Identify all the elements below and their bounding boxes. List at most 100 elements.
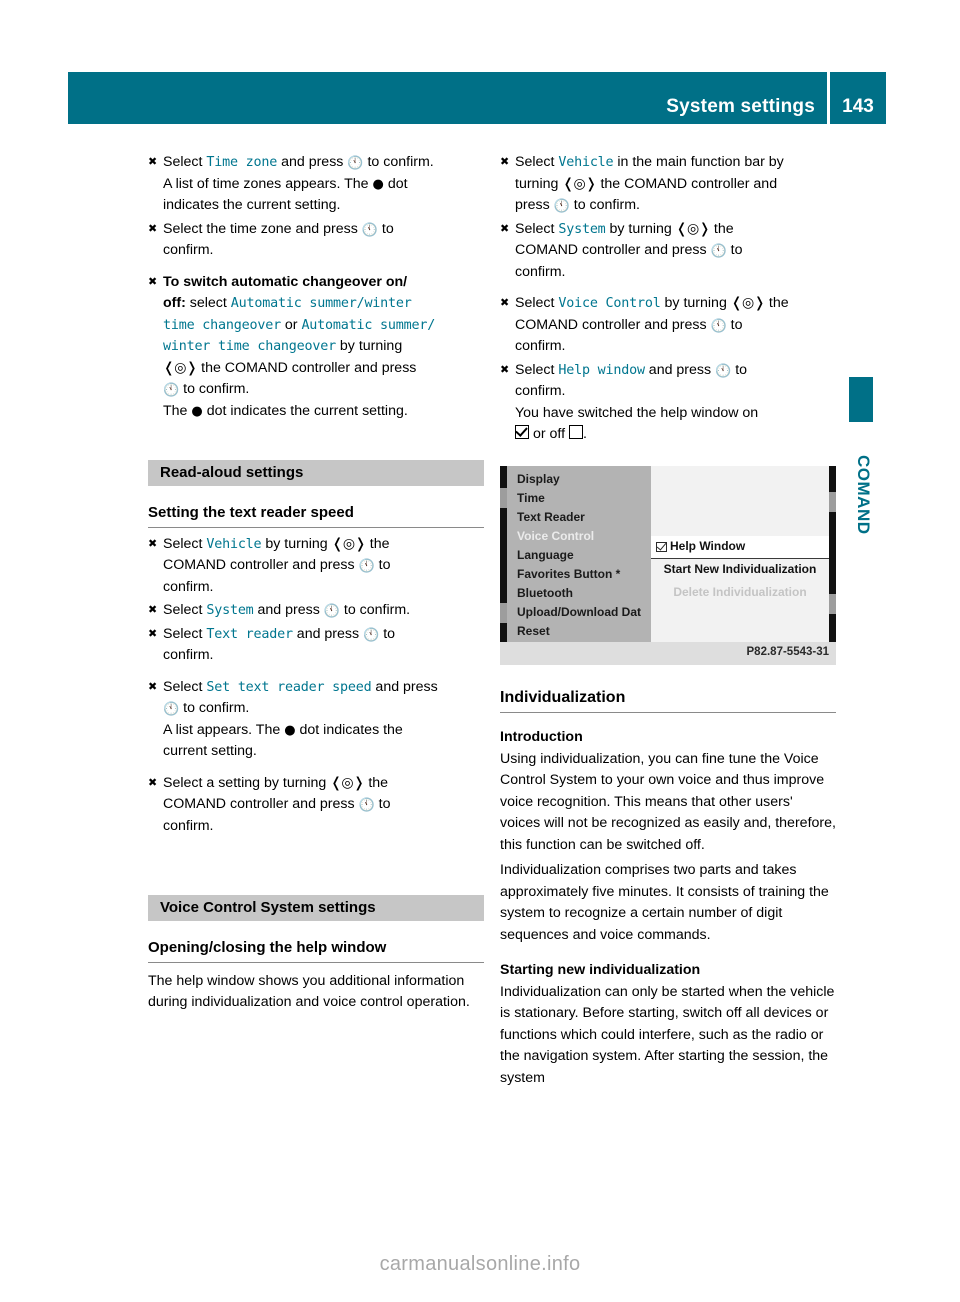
- step-body: Select a setting by turning ❬◎❭ the COMA…: [163, 773, 484, 838]
- step-text: confirm.: [515, 338, 566, 354]
- heading-starting-new-individualization: Starting new individualization: [500, 962, 701, 978]
- menu-item-time[interactable]: Time: [507, 489, 651, 508]
- step-body: Select Vehicle in the main function bar …: [515, 152, 836, 217]
- command-label: Set text reader speed: [206, 679, 372, 695]
- step-text-part: Select: [515, 220, 559, 237]
- submenu-item-help-window[interactable]: Help Window: [651, 535, 829, 559]
- step-text-part: The: [163, 402, 188, 419]
- menu-item-upload-download[interactable]: Upload/Download Dat: [507, 603, 651, 622]
- step-text-part: Select a setting by turning: [163, 774, 331, 791]
- step-text: Select Time zone and press 🕚 to confirm.: [163, 152, 484, 174]
- step-marker-icon: ✖: [148, 156, 158, 168]
- step-body: Select Time zone and press 🕚 to confirm.…: [163, 152, 484, 217]
- step-text-part: A list of time zones appears. The: [163, 175, 369, 192]
- step-text-part: by turning: [335, 338, 403, 354]
- step-text-part: and press: [644, 361, 716, 378]
- step-text-part: the: [764, 295, 789, 311]
- footer-watermark: carmanualsonline.info: [379, 1253, 581, 1275]
- turn-controller-icon: ❬◎❭: [675, 220, 711, 237]
- step-marker-icon: ✖: [148, 627, 158, 640]
- step-marker-icon: ✖: [500, 222, 510, 235]
- step-marker-icon: ✖: [148, 222, 158, 235]
- section-banner-voice-control: Voice Control System settings: [148, 895, 484, 921]
- menu-item-reset[interactable]: Reset: [507, 622, 651, 641]
- press-controller-icon: 🕚: [715, 363, 732, 379]
- step-text-part: the: [365, 535, 390, 552]
- menu-item-display[interactable]: Display: [507, 470, 651, 489]
- step-text-part: the COMAND controller and: [596, 175, 778, 192]
- command-label: Help window: [558, 362, 645, 378]
- command-label: Automatic summer/: [301, 317, 436, 333]
- menu-item-language[interactable]: Language: [507, 546, 651, 565]
- step-text: Select Vehicle by turning ❬◎❭ the: [163, 534, 484, 556]
- command-label: Voice Control: [558, 296, 661, 311]
- step-body: Select Help window and press 🕚 to confir…: [515, 360, 836, 446]
- step-marker-icon: ✖: [148, 604, 158, 616]
- step-marker-icon: ✖: [148, 680, 158, 693]
- step-text-part: to: [731, 361, 748, 378]
- step-text: Select a setting by turning ❬◎❭ the: [163, 773, 484, 795]
- list-item: ✖ Select Help window and press 🕚 to conf…: [500, 360, 836, 446]
- press-controller-icon: 🕚: [710, 244, 727, 259]
- list-item: ✖ Select Text reader and press 🕚 to conf…: [148, 624, 484, 667]
- step-text: 🕚 to confirm.: [163, 698, 484, 720]
- step-text-part: COMAND controller and press: [515, 242, 711, 258]
- step-text: winter time changeover by turning: [163, 336, 484, 358]
- scrollbar-thumb[interactable]: [500, 487, 507, 508]
- step-text: or off .: [515, 424, 836, 446]
- step-text-part: turning: [515, 175, 563, 192]
- command-label: winter time changeover: [163, 339, 336, 354]
- command-label: System: [206, 603, 254, 618]
- step-text: COMAND controller and press 🕚 to: [515, 240, 836, 262]
- step-text-part: Select: [163, 625, 207, 642]
- submenu-item-delete-individualization: Delete Individualization: [673, 585, 807, 600]
- step-text-part: to confirm.: [179, 381, 250, 397]
- step-text: Select System by turning ❬◎❭ the: [515, 219, 836, 241]
- menu-item-bluetooth[interactable]: Bluetooth: [507, 584, 651, 603]
- header-page-box: 143: [830, 72, 886, 124]
- step-text-part: select: [185, 295, 231, 311]
- step-text-part: to confirm.: [569, 197, 640, 213]
- step-text-part: to: [726, 242, 743, 258]
- heading-introduction: Introduction: [500, 729, 583, 745]
- scrollbar-left[interactable]: [500, 465, 507, 642]
- turn-controller-icon: ❬◎❭: [730, 295, 766, 311]
- intro-paragraph-1: Using individualization, you can fine tu…: [500, 750, 836, 853]
- scrollbar-thumb[interactable]: [829, 491, 836, 512]
- step-text-part: and press: [292, 625, 364, 642]
- list-item: ✖ Select a setting by turning ❬◎❭ the CO…: [148, 773, 484, 838]
- menu-item-text-reader[interactable]: Text Reader: [507, 508, 651, 527]
- step-text-part: Select: [163, 154, 207, 170]
- press-controller-icon: 🕚: [710, 318, 727, 334]
- page-number: 143: [842, 96, 874, 117]
- turn-controller-icon: ❬◎❭: [330, 774, 365, 791]
- command-label: Text reader: [206, 626, 293, 642]
- scrollbar-thumb[interactable]: [500, 602, 507, 623]
- step-text-part: by turning: [605, 220, 676, 237]
- step-text-part: Select: [515, 295, 559, 311]
- submenu-item-start-new-individualization[interactable]: Start New Individualization: [651, 559, 829, 582]
- step-text-part: and press: [277, 154, 348, 170]
- right-column: ✖ Select Vehicle in the main function ba…: [500, 152, 836, 1089]
- help-window-paragraph: The help window shows you additional inf…: [148, 972, 470, 1011]
- step-text-part: Select: [163, 678, 207, 695]
- step-body: Select System by turning ❬◎❭ the COMAND …: [515, 219, 836, 284]
- list-item: ✖ Select Vehicle in the main function ba…: [500, 152, 836, 217]
- step-text-part: dot: [387, 175, 408, 192]
- header-title-box: System settings: [68, 72, 827, 124]
- step-text: confirm.: [163, 647, 214, 663]
- menu-item-voice-control[interactable]: Voice Control: [507, 527, 651, 546]
- bullet-dot-icon: ●: [191, 403, 203, 419]
- turn-controller-icon: ❬◎❭: [331, 535, 367, 552]
- checkbox-unchecked-icon: [568, 425, 583, 439]
- step-text: confirm.: [163, 578, 214, 595]
- step-text-part: Select: [515, 154, 559, 170]
- scrollbar-right[interactable]: [829, 465, 836, 642]
- list-item: ✖ Select Voice Control by turning ❬◎❭ th…: [500, 293, 836, 358]
- scrollbar-thumb[interactable]: [829, 593, 836, 614]
- menu-item-favorites-button[interactable]: Favorites Button *: [507, 565, 651, 584]
- step-text-part: COMAND controller and press: [163, 557, 359, 573]
